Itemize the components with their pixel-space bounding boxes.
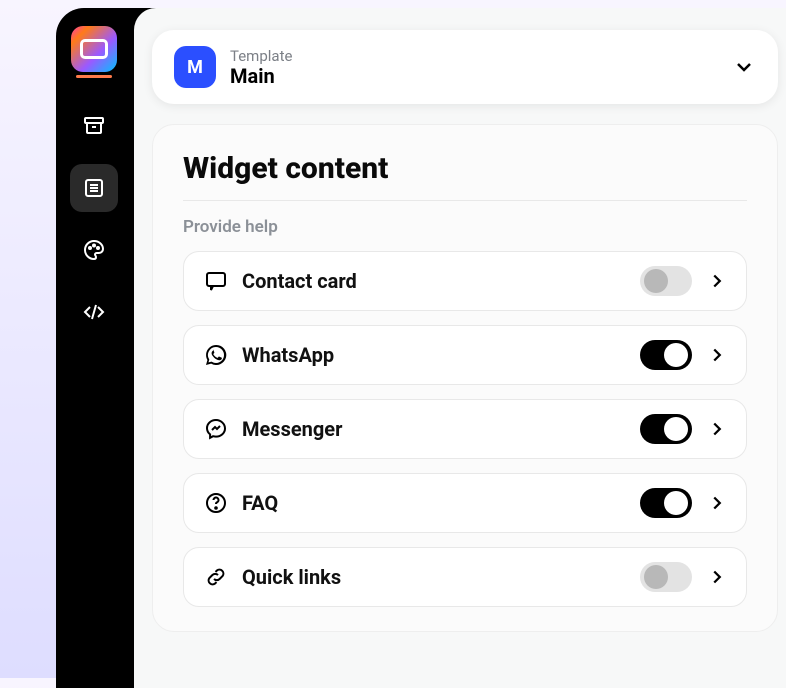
chevron-right-icon <box>706 418 728 440</box>
section-label: Provide help <box>183 217 747 237</box>
chevron-right-icon <box>706 344 728 366</box>
row-label: WhatsApp <box>242 343 640 367</box>
messenger-icon <box>202 415 230 443</box>
template-name: Main <box>230 65 732 87</box>
rows-container: Contact card WhatsApp Messenger FAQ Quick li… <box>183 251 747 607</box>
row-label: Messenger <box>242 417 640 441</box>
content-row[interactable]: FAQ <box>183 473 747 533</box>
nav-code-button[interactable] <box>70 288 118 336</box>
main-panel: M Template Main Widget content Provide h… <box>134 8 786 688</box>
row-toggle[interactable] <box>640 340 692 370</box>
chevron-down-icon <box>732 55 756 79</box>
content-title: Widget content <box>183 151 747 201</box>
row-toggle[interactable] <box>640 562 692 592</box>
chevron-right-icon <box>706 270 728 292</box>
content-row[interactable]: Quick links <box>183 547 747 607</box>
row-label: Quick links <box>242 565 640 589</box>
link-icon <box>202 563 230 591</box>
nav-palette-button[interactable] <box>70 226 118 274</box>
app-shell: M Template Main Widget content Provide h… <box>56 8 786 688</box>
faq-icon <box>202 489 230 517</box>
row-toggle[interactable] <box>640 266 692 296</box>
app-logo-icon[interactable] <box>71 26 117 72</box>
content-row[interactable]: Contact card <box>183 251 747 311</box>
whatsapp-icon <box>202 341 230 369</box>
template-eyebrow: Template <box>230 47 732 65</box>
row-toggle[interactable] <box>640 488 692 518</box>
chat-icon <box>202 267 230 295</box>
content-row[interactable]: WhatsApp <box>183 325 747 385</box>
nav-archive-button[interactable] <box>70 102 118 150</box>
template-badge: M <box>174 46 216 88</box>
widget-content-card: Widget content Provide help Contact card… <box>152 124 778 632</box>
chevron-right-icon <box>706 492 728 514</box>
row-label: FAQ <box>242 491 640 515</box>
nav-content-button[interactable] <box>70 164 118 212</box>
row-label: Contact card <box>242 269 640 293</box>
content-row[interactable]: Messenger <box>183 399 747 459</box>
sidebar <box>56 8 132 688</box>
row-toggle[interactable] <box>640 414 692 444</box>
chevron-right-icon <box>706 566 728 588</box>
template-selector[interactable]: M Template Main <box>152 30 778 104</box>
